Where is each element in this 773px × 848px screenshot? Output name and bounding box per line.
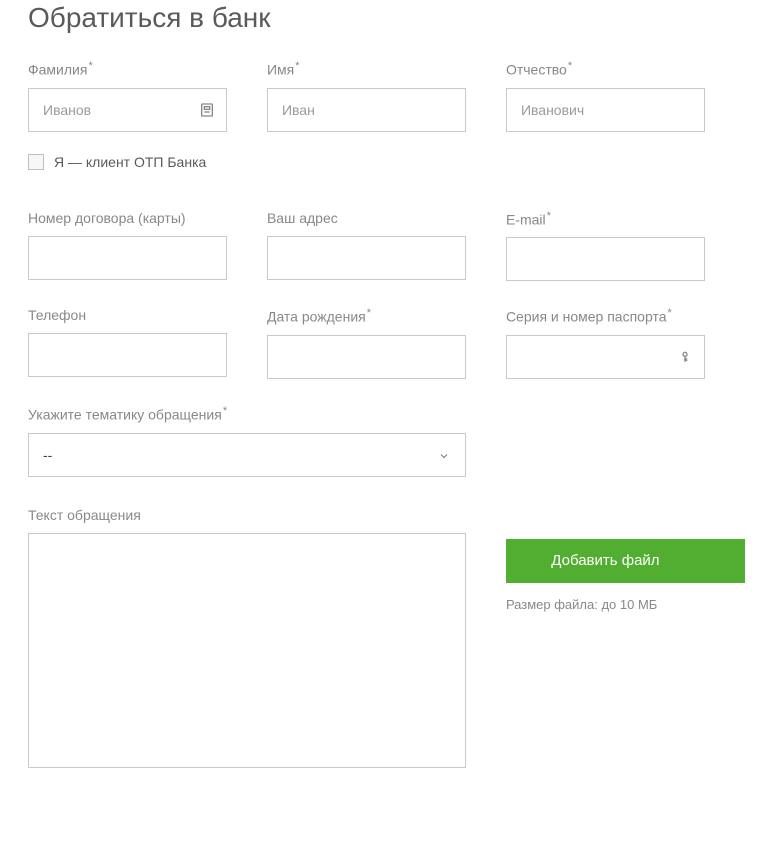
passport-label: Серия и номер паспорта	[506, 307, 705, 325]
phone-input[interactable]	[28, 333, 227, 377]
lastname-label: Фамилия	[28, 60, 227, 78]
email-label: E-mail	[506, 210, 705, 228]
file-size-hint: Размер файла: до 10 МБ	[506, 597, 745, 612]
patronymic-label: Отчество	[506, 60, 705, 78]
email-input[interactable]	[506, 237, 705, 281]
contact-card-icon	[199, 102, 215, 118]
topic-label: Укажите тематику обращения	[28, 405, 466, 423]
message-textarea[interactable]	[28, 533, 466, 768]
birthdate-input[interactable]	[267, 335, 466, 379]
firstname-input[interactable]	[267, 88, 466, 132]
address-input[interactable]	[267, 236, 466, 280]
page-title: Обратиться в банк	[28, 2, 745, 34]
contract-number-input[interactable]	[28, 236, 227, 280]
message-label: Текст обращения	[28, 507, 745, 523]
passport-input[interactable]	[506, 335, 705, 379]
client-checkbox[interactable]	[28, 154, 44, 170]
address-label: Ваш адрес	[267, 210, 466, 226]
lastname-input[interactable]	[28, 88, 227, 132]
patronymic-input[interactable]	[506, 88, 705, 132]
client-checkbox-label: Я — клиент ОТП Банка	[54, 154, 206, 170]
topic-selected-value: --	[43, 447, 52, 463]
contract-number-label: Номер договора (карты)	[28, 210, 227, 226]
add-file-button[interactable]: Добавить файл	[506, 539, 745, 583]
contact-form: Фамилия Имя Отчество Я — клиент ОТП Банк…	[28, 60, 745, 503]
phone-label: Телефон	[28, 307, 227, 323]
firstname-label: Имя	[267, 60, 466, 78]
password-manager-icon	[677, 349, 693, 365]
topic-select[interactable]: --	[28, 433, 466, 477]
birthdate-label: Дата рождения	[267, 307, 466, 325]
